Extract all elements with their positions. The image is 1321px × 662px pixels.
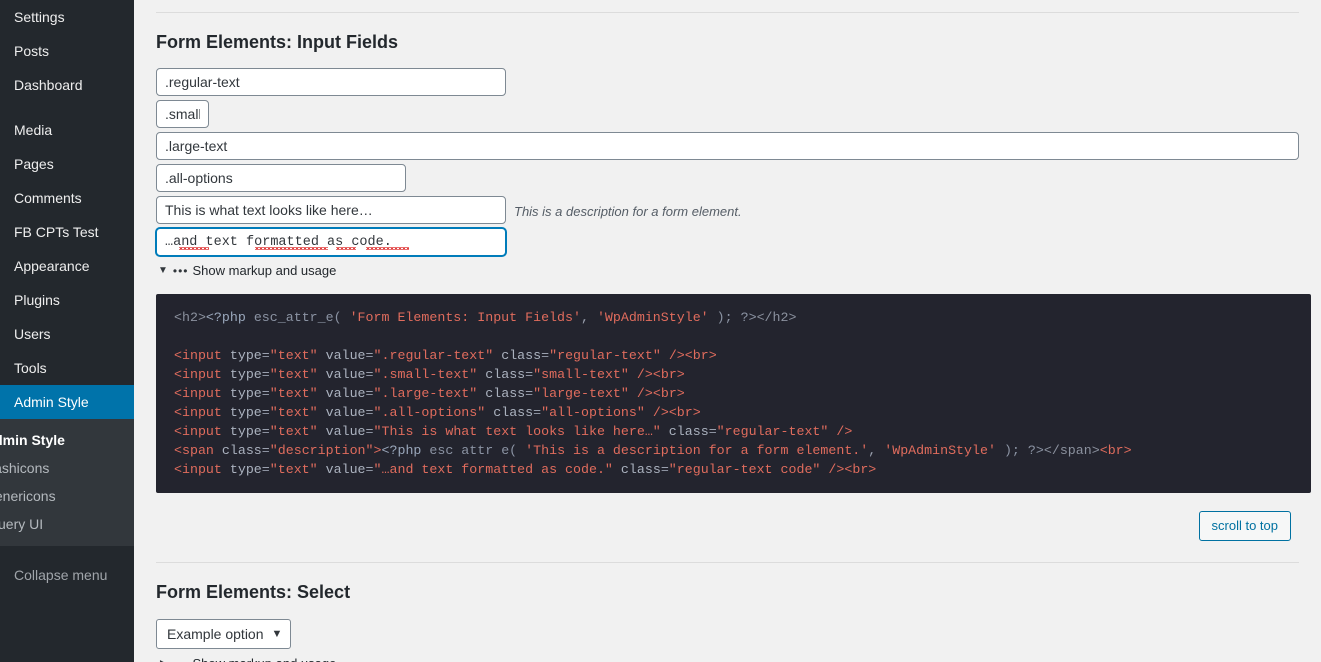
submenu-item-jquery-ui[interactable]: jQuery UI — [0, 510, 134, 538]
markup-code-block: <h2><?php esc_attr_e( 'Form Elements: In… — [156, 294, 1311, 494]
code-h2-open: <h2> — [174, 310, 206, 326]
sidebar-item-dashboard[interactable]: ■ Dashboard — [0, 68, 134, 102]
code-php-close: ); ?> — [708, 310, 757, 326]
code-php-open: <?php — [205, 310, 254, 326]
scroll-to-top-row: scroll to top — [156, 511, 1299, 542]
code-string: 'Form Elements: Input Fields' — [341, 310, 581, 326]
sidebar-submenu: Admin Style Dashicons Genericons jQuery … — [0, 419, 134, 546]
sample-text-row: This is a description for a form element… — [156, 196, 1299, 228]
users-icon: ☺ — [0, 327, 4, 342]
chevron-down-icon: ▼ — [271, 627, 283, 640]
pages-icon: ▯ — [0, 156, 4, 172]
sidebar-item-posts[interactable]: ✎ Posts — [0, 34, 134, 68]
submenu-item-dashicons[interactable]: Dashicons — [0, 454, 134, 482]
code-h2-close: </h2> — [756, 310, 797, 326]
collapse-menu-button[interactable]: ◀ Collapse menu — [0, 558, 134, 592]
scroll-to-top-button[interactable]: scroll to top — [1198, 511, 1291, 542]
sidebar-item-label: Dashboard — [14, 77, 83, 93]
admin-style-icon: ◆ — [0, 394, 4, 410]
sidebar-item-admin-style[interactable]: ◆ Admin Style — [0, 385, 134, 419]
settings-icon: ⚙ — [0, 9, 4, 25]
ellipsis-icon: ••• — [172, 264, 189, 279]
sample-text-input[interactable] — [156, 196, 506, 225]
tools-icon: ⚒ — [0, 360, 4, 376]
large-text-input[interactable] — [156, 132, 1299, 161]
dashboard-icon: ■ — [0, 78, 4, 93]
sidebar-item-comments[interactable]: ☂ Comments — [0, 181, 134, 215]
sidebar-item-users[interactable]: ☺ Users — [0, 317, 134, 351]
code-span-line: <span class="description"><?php esc attr… — [174, 443, 1132, 459]
triangle-right-icon: ► — [158, 655, 168, 662]
sidebar-item-label: Tools — [14, 360, 47, 376]
cpt-icon: ● — [0, 225, 4, 240]
code-input-lines: <input type="text" value=".regular-text"… — [174, 348, 853, 440]
toggle-label: Show markup and usage — [193, 655, 337, 662]
sidebar-item-settings[interactable]: ⚙ Settings — [0, 0, 134, 34]
sidebar-item-media[interactable]: ▣ Media — [0, 113, 134, 147]
code-fn: esc_attr_e( — [253, 310, 342, 326]
sidebar-item-label: Settings — [14, 9, 65, 25]
form-element-description: This is a description for a form element… — [514, 204, 742, 220]
code-code-input-line: <input type="text" value="…and text form… — [174, 462, 877, 478]
comments-icon: ☂ — [0, 190, 4, 206]
triangle-down-icon: ▼ — [158, 265, 168, 277]
sidebar-item-fb-cpts-test[interactable]: ● FB CPTs Test — [0, 215, 134, 249]
section-divider — [156, 562, 1299, 564]
sidebar-divider — [0, 102, 134, 113]
plugins-icon: ▸ — [0, 292, 4, 308]
content-top-divider — [156, 12, 1299, 13]
sidebar-item-plugins[interactable]: ▸ Plugins — [0, 283, 134, 317]
posts-icon: ✎ — [0, 43, 4, 59]
select-selected-value: Example option — [167, 625, 264, 642]
sidebar-item-label: Media — [14, 122, 53, 138]
admin-sidebar: ⚙ Settings ✎ Posts ■ Dashboard ▣ Media ▯… — [0, 0, 134, 662]
sidebar-item-label: Pages — [14, 156, 54, 172]
toggle-label: Show markup and usage — [192, 263, 337, 279]
regular-text-input[interactable] — [156, 68, 506, 97]
ellipsis-icon: ••• — [173, 655, 189, 662]
sidebar-item-label: Posts — [14, 43, 50, 59]
code-comma: , — [580, 310, 589, 326]
sidebar-item-label: Users — [14, 326, 51, 342]
sidebar-menu: ⚙ Settings ✎ Posts ■ Dashboard ▣ Media ▯… — [0, 0, 134, 592]
page-title-select: Form Elements: Select — [156, 582, 351, 603]
collapse-arrow-icon: ◀ — [0, 568, 4, 582]
code-text-input[interactable] — [156, 228, 506, 257]
admin-page: ⚙ Settings ✎ Posts ■ Dashboard ▣ Media ▯… — [0, 0, 1321, 662]
sidebar-item-label: Appearance — [14, 258, 90, 274]
media-icon: ▣ — [0, 122, 4, 138]
main-content: Form Elements: Input Fields This is a de… — [134, 0, 1321, 662]
code-text-input-wrapper — [156, 228, 506, 257]
example-option-select[interactable]: Example option ▼ — [156, 618, 292, 649]
sidebar-item-label: FB CPTs Test — [14, 224, 99, 240]
sidebar-item-label: Admin Style — [14, 394, 89, 410]
collapse-menu-label: Collapse menu — [14, 567, 108, 583]
code-string: 'WpAdminStyle' — [588, 310, 709, 326]
sidebar-item-appearance[interactable]: ✎ Appearance — [0, 249, 134, 283]
sidebar-item-tools[interactable]: ⚒ Tools — [0, 351, 134, 385]
submenu-item-genericons[interactable]: Genericons — [0, 482, 134, 510]
sidebar-item-label: Comments — [14, 190, 82, 206]
sidebar-item-pages[interactable]: ▯ Pages — [0, 147, 134, 181]
toggle-markup-select[interactable]: ► ••• Show markup and usage — [158, 655, 1299, 662]
sidebar-item-label: Plugins — [14, 292, 60, 308]
appearance-icon: ✎ — [0, 258, 4, 274]
toggle-markup-input-fields[interactable]: ▼ ••• Show markup and usage — [158, 262, 1299, 280]
page-title-input-fields: Form Elements: Input Fields — [156, 32, 399, 52]
small-text-input[interactable] — [156, 100, 209, 129]
all-options-input[interactable] — [156, 164, 406, 193]
submenu-item-admin-style[interactable]: Admin Style — [0, 426, 134, 454]
